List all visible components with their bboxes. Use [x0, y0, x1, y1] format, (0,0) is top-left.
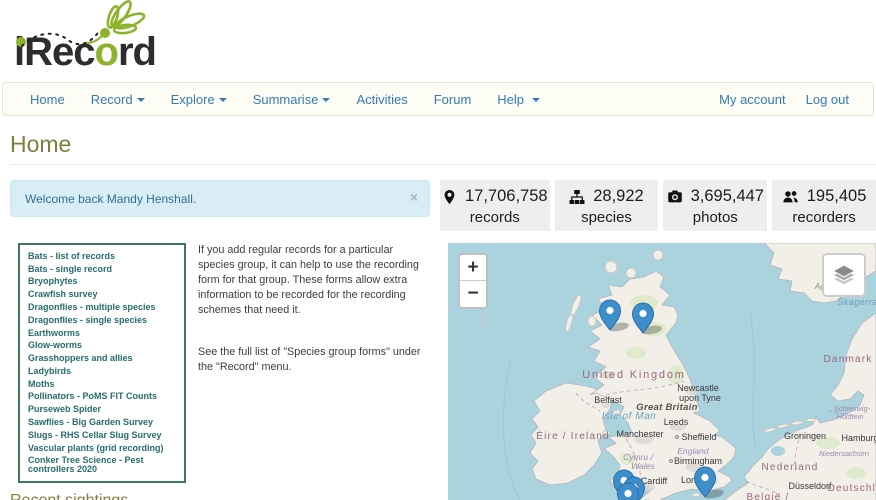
stat-label: photos: [692, 209, 738, 226]
users-icon: [783, 191, 798, 203]
species-form-link[interactable]: Bats - single record: [28, 263, 176, 276]
caret-down-icon: [218, 98, 227, 103]
stat-recorders: 195,405 recorders: [772, 180, 876, 231]
nav-item-log-out[interactable]: Log out: [796, 92, 859, 107]
map-zoom-control: + −: [458, 253, 488, 309]
map-label: Birmingham: [674, 456, 722, 466]
welcome-alert-text: Welcome back Mandy Henshall.: [25, 192, 197, 206]
nav-item-summarise[interactable]: Summarise: [240, 92, 344, 107]
main-navbar: Home Record Explore Summarise Activities…: [2, 82, 874, 116]
nav-left: Home Record Explore Summarise Activities…: [17, 92, 553, 107]
map-label: Éire / Ireland: [536, 429, 610, 442]
species-form-link[interactable]: Dragonflies - multiple species: [28, 301, 176, 314]
sitemap-icon: [569, 189, 585, 204]
leaflet-map[interactable]: United Kingdom Newcastle upon Tyne Belfast G…: [448, 243, 876, 500]
species-group-forms-box: Bats - list of records Bats - single reco…: [18, 243, 186, 484]
species-form-link[interactable]: Grasshoppers and allies: [28, 352, 176, 365]
logo-green-dot: [16, 37, 26, 47]
map-label: Nederland: [762, 462, 819, 473]
caret-down-icon: [531, 98, 540, 103]
nav-item-explore[interactable]: Explore: [158, 92, 240, 107]
nav-item-forum[interactable]: Forum: [421, 92, 485, 107]
map-label: Danmark: [824, 354, 873, 365]
species-form-link[interactable]: Pollinators - PoMS FIT Counts: [28, 391, 176, 404]
map-label: Newcastle: [677, 383, 719, 393]
intro-paragraph-2: See the full list of "Species group form…: [198, 346, 421, 373]
nav-item-home[interactable]: Home: [17, 92, 78, 107]
stat-value: 28,922: [593, 187, 644, 205]
species-form-link[interactable]: Slugs - RHS Cellar Slug Survey: [28, 429, 176, 442]
stat-records: 17,706,758 records: [440, 180, 550, 231]
map-label: United Kingdom: [582, 369, 685, 381]
species-form-link[interactable]: Purseweb Spider: [28, 403, 176, 416]
caret-down-icon: [322, 98, 331, 103]
close-icon[interactable]: ×: [410, 190, 418, 204]
stat-label: species: [581, 209, 632, 226]
species-form-link[interactable]: Bats - list of records: [28, 250, 176, 263]
stats-row: 17,706,758 records 28,922 species 3,695,…: [440, 180, 876, 231]
camera-icon: [667, 190, 682, 203]
map-label: Holstein: [836, 412, 863, 421]
intro-paragraph-1: If you add regular records for a particu…: [198, 244, 419, 316]
page-content: Home Welcome back Mandy Henshall. × 17,7…: [0, 131, 876, 500]
map-label: Wales: [631, 461, 655, 471]
stat-value: 3,695,447: [690, 187, 764, 205]
recent-sightings-title: Recent sightings: [10, 492, 410, 500]
irecord-logo[interactable]: i Record: [8, 0, 168, 78]
stat-species: 28,922 species: [554, 180, 659, 231]
map-label: Düsseldorf: [788, 481, 832, 491]
map-layers-control[interactable]: [822, 253, 866, 297]
map-marker-icon: [444, 189, 455, 204]
map-label: Leeds: [664, 417, 689, 427]
stat-label: recorders: [792, 209, 856, 226]
map-label: Deutschland: [828, 483, 876, 494]
map-label: België /: [747, 492, 790, 500]
species-form-link[interactable]: Conker Tree Science - Pest controllers 2…: [28, 455, 176, 477]
page-title: Home: [10, 131, 876, 165]
map-label: Sheffield: [682, 432, 717, 442]
species-form-link[interactable]: Moths: [28, 378, 176, 391]
nav-item-activities[interactable]: Activities: [343, 92, 420, 107]
species-form-link[interactable]: Dragonflies - single species: [28, 314, 176, 327]
welcome-alert: Welcome back Mandy Henshall. ×: [10, 180, 430, 217]
map-label: England: [677, 446, 708, 456]
map-label: Niedersachsen: [819, 449, 869, 458]
main-row: Bats - list of records Bats - single reco…: [10, 243, 876, 500]
site-header: i Record: [0, 0, 876, 80]
nav-item-record[interactable]: Record: [78, 92, 158, 107]
map-label: Groningen: [784, 431, 826, 441]
left-column: Bats - list of records Bats - single reco…: [10, 243, 438, 500]
zoom-out-button[interactable]: −: [460, 281, 486, 307]
nav-item-help[interactable]: Help: [484, 92, 552, 107]
caret-down-icon: [136, 98, 145, 103]
species-form-link[interactable]: Glow-worms: [28, 339, 176, 352]
species-form-link[interactable]: Earthworms: [28, 327, 176, 340]
species-form-link[interactable]: Crawfish survey: [28, 288, 176, 301]
zoom-in-button[interactable]: +: [460, 255, 486, 281]
map-label: Hamburg: [841, 433, 876, 443]
logo-wordmark: i Record: [14, 30, 157, 74]
species-form-link[interactable]: Vascular plants (grid recording): [28, 442, 176, 455]
map-label: Manchester: [616, 429, 663, 439]
species-form-link[interactable]: Bryophytes: [28, 276, 176, 289]
stat-label: records: [469, 209, 520, 226]
status-row: Welcome back Mandy Henshall. × 17,706,75…: [10, 180, 876, 231]
nav-item-my-account[interactable]: My account: [709, 92, 795, 107]
species-form-link[interactable]: Sawflies - Big Garden Survey: [28, 416, 176, 429]
layers-icon: [831, 264, 857, 286]
map-canvas: United KingdomNewcastleupon TyneBelfastG…: [448, 243, 876, 500]
nav-right: My account Log out: [709, 92, 859, 107]
intro-text: If you add regular records for a particu…: [198, 243, 432, 483]
stat-value: 195,405: [806, 187, 867, 205]
map-label: Cardiff: [641, 476, 668, 486]
map-label: Belfast: [594, 395, 622, 405]
stat-value: 17,706,758: [465, 187, 548, 205]
map-label: Isle of Man: [602, 411, 656, 422]
species-form-link[interactable]: Ladybirds: [28, 365, 176, 378]
stat-photos: 3,695,447 photos: [663, 180, 768, 231]
map-label: Skagerrak: [837, 297, 876, 307]
